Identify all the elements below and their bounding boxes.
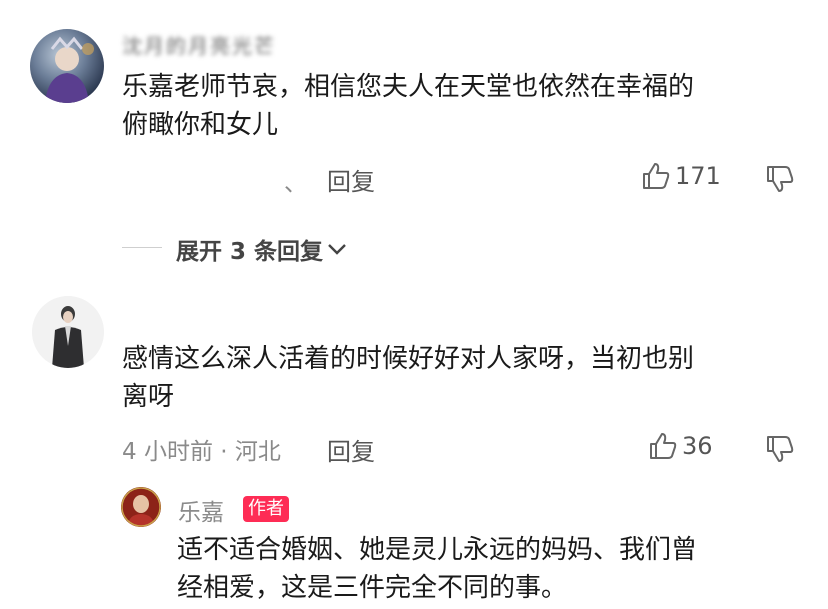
- meta-separator: 、: [284, 171, 307, 197]
- author-username[interactable]: 乐嘉: [178, 493, 224, 527]
- expand-replies-button[interactable]: 展开 3 条回复: [176, 232, 347, 266]
- like-count: 171: [675, 162, 721, 190]
- comment-text: 乐嘉老师节哀，相信您夫人在天堂也依然在幸福的 俯瞰你和女儿: [122, 68, 802, 144]
- avatar[interactable]: [30, 29, 104, 103]
- reply-text-line: 适不适合婚姻、她是灵儿永远的妈妈、我们曾: [177, 535, 698, 565]
- comment-text: 感情这么深人活着的时候好好对人家呀，当初也别 离呀: [122, 340, 802, 416]
- thumbs-up-icon: [648, 432, 678, 460]
- like-button[interactable]: 36: [648, 432, 713, 460]
- author-avatar[interactable]: [121, 487, 161, 527]
- reply-button[interactable]: 回复: [327, 162, 375, 197]
- chevron-down-icon: [327, 242, 347, 256]
- comment-text-line: 俯瞰你和女儿: [122, 110, 279, 140]
- avatar-image: [121, 487, 161, 527]
- author-badge: 作者: [243, 496, 289, 522]
- thumbs-down-icon[interactable]: [765, 165, 795, 193]
- thumbs-up-icon: [641, 162, 671, 190]
- thumbs-down-icon[interactable]: [765, 435, 795, 463]
- avatar-image: [45, 36, 94, 103]
- comment-time-location: 4 小时前 · 河北: [122, 439, 281, 465]
- like-count: 36: [682, 432, 713, 460]
- expand-divider: [122, 247, 162, 248]
- comment-text-line: 感情这么深人活着的时候好好对人家呀，当初也别: [122, 344, 695, 374]
- reply-button[interactable]: 回复: [327, 432, 375, 467]
- comment-text-line: 乐嘉老师节哀，相信您夫人在天堂也依然在幸福的: [122, 72, 695, 102]
- avatar-image: [32, 296, 104, 368]
- username-blurred[interactable]: 沈月的月亮光芒: [122, 30, 276, 59]
- avatar[interactable]: [32, 296, 104, 368]
- comment-text-line: 离呀: [122, 382, 175, 412]
- expand-replies-label: 展开 3 条回复: [176, 239, 324, 265]
- like-button[interactable]: 171: [641, 162, 721, 190]
- reply-text: 适不适合婚姻、她是灵儿永远的妈妈、我们曾 经相爱，这是三件完全不同的事。: [177, 531, 807, 607]
- reply-text-line: 经相爱，这是三件完全不同的事。: [177, 573, 568, 603]
